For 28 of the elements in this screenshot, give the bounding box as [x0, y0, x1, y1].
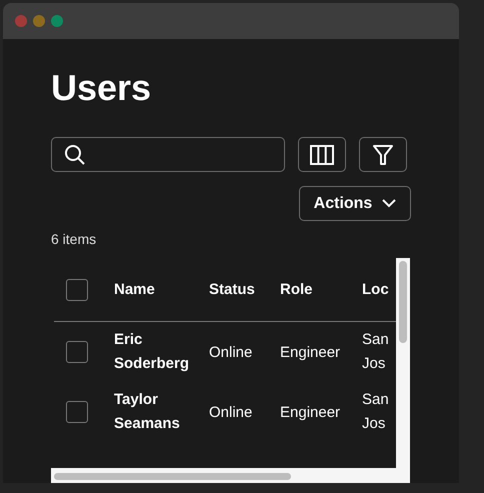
table-cell: San Jos	[362, 331, 389, 372]
columns-button[interactable]	[298, 137, 346, 172]
column-header[interactable]: Loc	[362, 280, 389, 298]
table-cell: Engineer	[280, 404, 340, 420]
window-button[interactable]	[51, 15, 63, 27]
page-title: Users	[51, 67, 152, 109]
table-cell: San Jos	[362, 391, 389, 432]
row-checkbox[interactable]	[66, 401, 88, 423]
row-checkbox[interactable]	[66, 341, 88, 363]
table-cell: Online	[209, 404, 252, 420]
search-field[interactable]	[51, 137, 285, 172]
actions-button[interactable]: Actions	[299, 186, 411, 221]
item-count: 6 items	[51, 230, 98, 248]
columns-icon	[310, 144, 334, 164]
column-header[interactable]: Role	[280, 281, 313, 298]
search-icon	[64, 144, 86, 166]
window-button[interactable]	[15, 15, 27, 27]
table-cell: Online	[209, 344, 252, 360]
filter-button[interactable]	[359, 137, 407, 172]
column-header[interactable]: Name	[114, 281, 155, 298]
window-button[interactable]	[33, 15, 45, 27]
table-cell: Engineer	[280, 344, 340, 360]
column-header[interactable]: Status	[209, 281, 255, 298]
select-all-checkbox[interactable]	[66, 278, 88, 300]
filter-icon	[372, 144, 394, 166]
caret-icon	[382, 199, 396, 208]
table-cell-text: Eric Soderberg	[114, 330, 190, 374]
table-cell-text: Taylor Seamans	[114, 390, 181, 434]
